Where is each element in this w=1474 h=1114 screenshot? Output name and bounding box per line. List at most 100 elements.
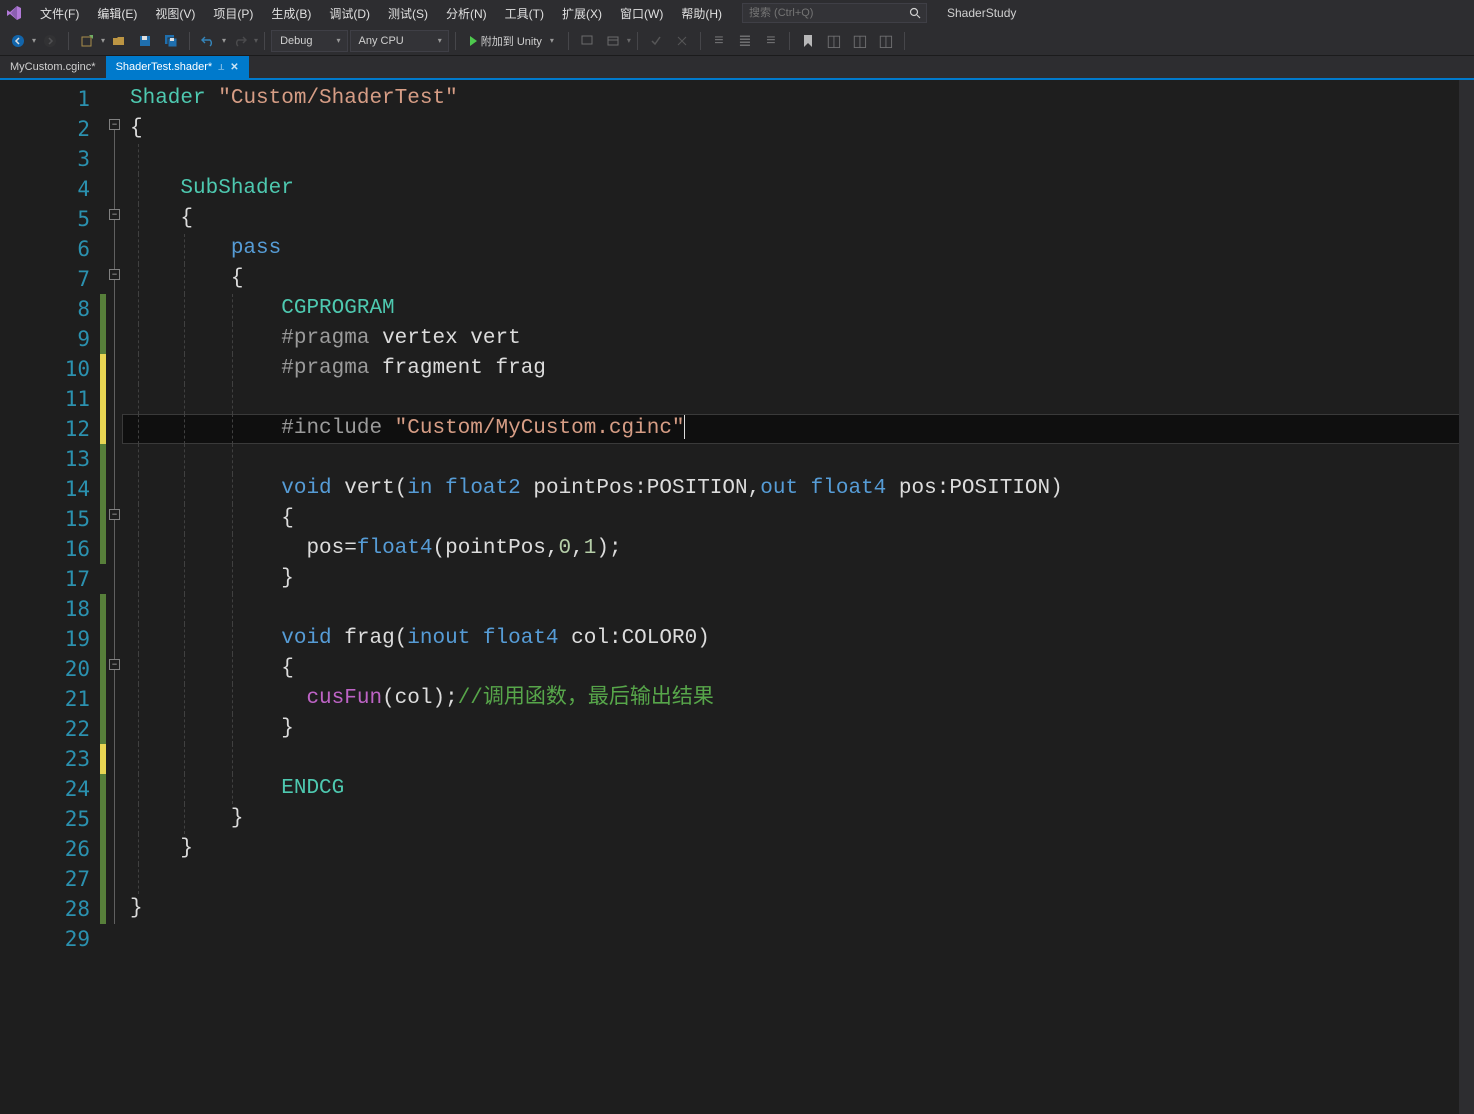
- line-number: 21: [0, 684, 100, 714]
- token: frag: [344, 627, 394, 650]
- start-debug-label: 附加到 Unity: [481, 33, 542, 49]
- nav-back-button[interactable]: [6, 29, 30, 53]
- menu-build[interactable]: 生成(B): [263, 2, 319, 25]
- code-line[interactable]: [122, 144, 1474, 174]
- token: out: [760, 477, 798, 500]
- menu-edit[interactable]: 编辑(E): [89, 2, 145, 25]
- toolbar-btn-3[interactable]: [644, 29, 668, 53]
- tab-shadertest[interactable]: ShaderTest.shader* ⟂ ✕: [106, 56, 249, 78]
- code-line[interactable]: }: [122, 564, 1474, 594]
- toolbar-btn-8[interactable]: ◫: [822, 29, 846, 53]
- toolbar-separator: [264, 32, 265, 50]
- code-line[interactable]: }: [122, 894, 1474, 924]
- code-line[interactable]: #pragma vertex vert: [122, 324, 1474, 354]
- code-line[interactable]: #pragma fragment frag: [122, 354, 1474, 384]
- code-line[interactable]: pass: [122, 234, 1474, 264]
- toolbar-btn-6[interactable]: ≣: [733, 29, 757, 53]
- menu-window[interactable]: 窗口(W): [612, 2, 671, 25]
- toolbar-btn-9[interactable]: ◫: [848, 29, 872, 53]
- code-line[interactable]: CGPROGRAM: [122, 294, 1474, 324]
- code-area[interactable]: Shader "Custom/ShaderTest" { SubShader {…: [122, 80, 1474, 1114]
- code-line[interactable]: cusFun(col);//调用函数，最后输出结果: [122, 684, 1474, 714]
- code-line[interactable]: SubShader: [122, 174, 1474, 204]
- code-line[interactable]: [122, 864, 1474, 894]
- toolbar-btn-4[interactable]: [670, 29, 694, 53]
- toolbar-btn-2-dd[interactable]: ▾: [627, 36, 631, 45]
- quick-launch-search[interactable]: [742, 3, 927, 23]
- new-project-dropdown[interactable]: ▾: [101, 36, 105, 45]
- code-line[interactable]: }: [122, 714, 1474, 744]
- code-line[interactable]: }: [122, 804, 1474, 834]
- code-line[interactable]: {: [122, 114, 1474, 144]
- new-project-button[interactable]: [75, 29, 99, 53]
- code-line[interactable]: [122, 444, 1474, 474]
- code-line[interactable]: [122, 594, 1474, 624]
- code-line[interactable]: {: [122, 654, 1474, 684]
- line-number: 25: [0, 804, 100, 834]
- fold-toggle[interactable]: −: [109, 509, 120, 520]
- token: POSITION: [949, 477, 1050, 500]
- line-number: 19: [0, 624, 100, 654]
- code-line-current[interactable]: #include "Custom/MyCustom.cginc": [122, 414, 1474, 444]
- save-all-button[interactable]: [159, 29, 183, 53]
- bookmark-icon[interactable]: [796, 29, 820, 53]
- code-line[interactable]: {: [122, 504, 1474, 534]
- code-line[interactable]: [122, 384, 1474, 414]
- token: pointPos: [533, 477, 634, 500]
- menu-tools[interactable]: 工具(T): [497, 2, 552, 25]
- close-icon[interactable]: ✕: [230, 62, 238, 73]
- code-line[interactable]: {: [122, 204, 1474, 234]
- toolbar-btn-1[interactable]: [575, 29, 599, 53]
- save-button[interactable]: [133, 29, 157, 53]
- toolbar-btn-2[interactable]: [601, 29, 625, 53]
- code-line[interactable]: [122, 924, 1474, 954]
- change-marker: [100, 774, 106, 924]
- undo-dropdown[interactable]: ▾: [222, 36, 226, 45]
- code-line[interactable]: }: [122, 834, 1474, 864]
- pin-icon[interactable]: ⟂: [218, 62, 224, 73]
- menu-file[interactable]: 文件(F): [32, 2, 87, 25]
- line-number: 8: [0, 294, 100, 324]
- code-line[interactable]: void vert(in float2 pointPos:POSITION,ou…: [122, 474, 1474, 504]
- solution-platform-dropdown[interactable]: Any CPU▾: [350, 30, 449, 52]
- menu-view[interactable]: 视图(V): [147, 2, 203, 25]
- redo-dropdown[interactable]: ▾: [254, 36, 258, 45]
- menu-project[interactable]: 项目(P): [205, 2, 261, 25]
- token: }: [130, 897, 143, 920]
- toolbar-btn-7[interactable]: ≡: [759, 29, 783, 53]
- toolbar-btn-10[interactable]: ◫: [874, 29, 898, 53]
- line-number: 2: [0, 114, 100, 144]
- menu-help[interactable]: 帮助(H): [673, 2, 730, 25]
- menu-test[interactable]: 测试(S): [380, 2, 436, 25]
- line-number: 5: [0, 204, 100, 234]
- menu-extensions[interactable]: 扩展(X): [554, 2, 610, 25]
- code-line[interactable]: void frag(inout float4 col:COLOR0): [122, 624, 1474, 654]
- menu-debug[interactable]: 调试(D): [321, 2, 378, 25]
- code-line[interactable]: {: [122, 264, 1474, 294]
- code-line[interactable]: [122, 744, 1474, 774]
- fold-toggle[interactable]: −: [109, 119, 120, 130]
- quick-launch-input[interactable]: [743, 7, 906, 19]
- line-number: 6: [0, 234, 100, 264]
- code-editor[interactable]: 1 2 3 4 5 6 7 8 9 10 11 12 13 14 15 16 1…: [0, 80, 1474, 1114]
- vertical-scrollbar[interactable]: [1459, 80, 1474, 1114]
- undo-button[interactable]: [196, 29, 220, 53]
- code-line[interactable]: pos=float4(pointPos,0,1);: [122, 534, 1474, 564]
- nav-back-dropdown[interactable]: ▾: [32, 36, 36, 45]
- start-debug-button[interactable]: 附加到 Unity▾: [462, 30, 562, 52]
- fold-toggle[interactable]: −: [109, 659, 120, 670]
- fold-toggle[interactable]: −: [109, 209, 120, 220]
- line-number: 13: [0, 444, 100, 474]
- search-icon[interactable]: [906, 4, 924, 22]
- solution-config-dropdown[interactable]: Debug▾: [271, 30, 347, 52]
- menu-analyze[interactable]: 分析(N): [438, 2, 495, 25]
- fold-toggle[interactable]: −: [109, 269, 120, 280]
- token: float4: [483, 627, 559, 650]
- open-file-button[interactable]: [107, 29, 131, 53]
- code-line[interactable]: Shader "Custom/ShaderTest": [122, 84, 1474, 114]
- tab-mycustom[interactable]: MyCustom.cginc*: [0, 56, 106, 78]
- code-line[interactable]: ENDCG: [122, 774, 1474, 804]
- redo-button[interactable]: [228, 29, 252, 53]
- toolbar-btn-5[interactable]: ≡: [707, 29, 731, 53]
- nav-fwd-button[interactable]: [38, 29, 62, 53]
